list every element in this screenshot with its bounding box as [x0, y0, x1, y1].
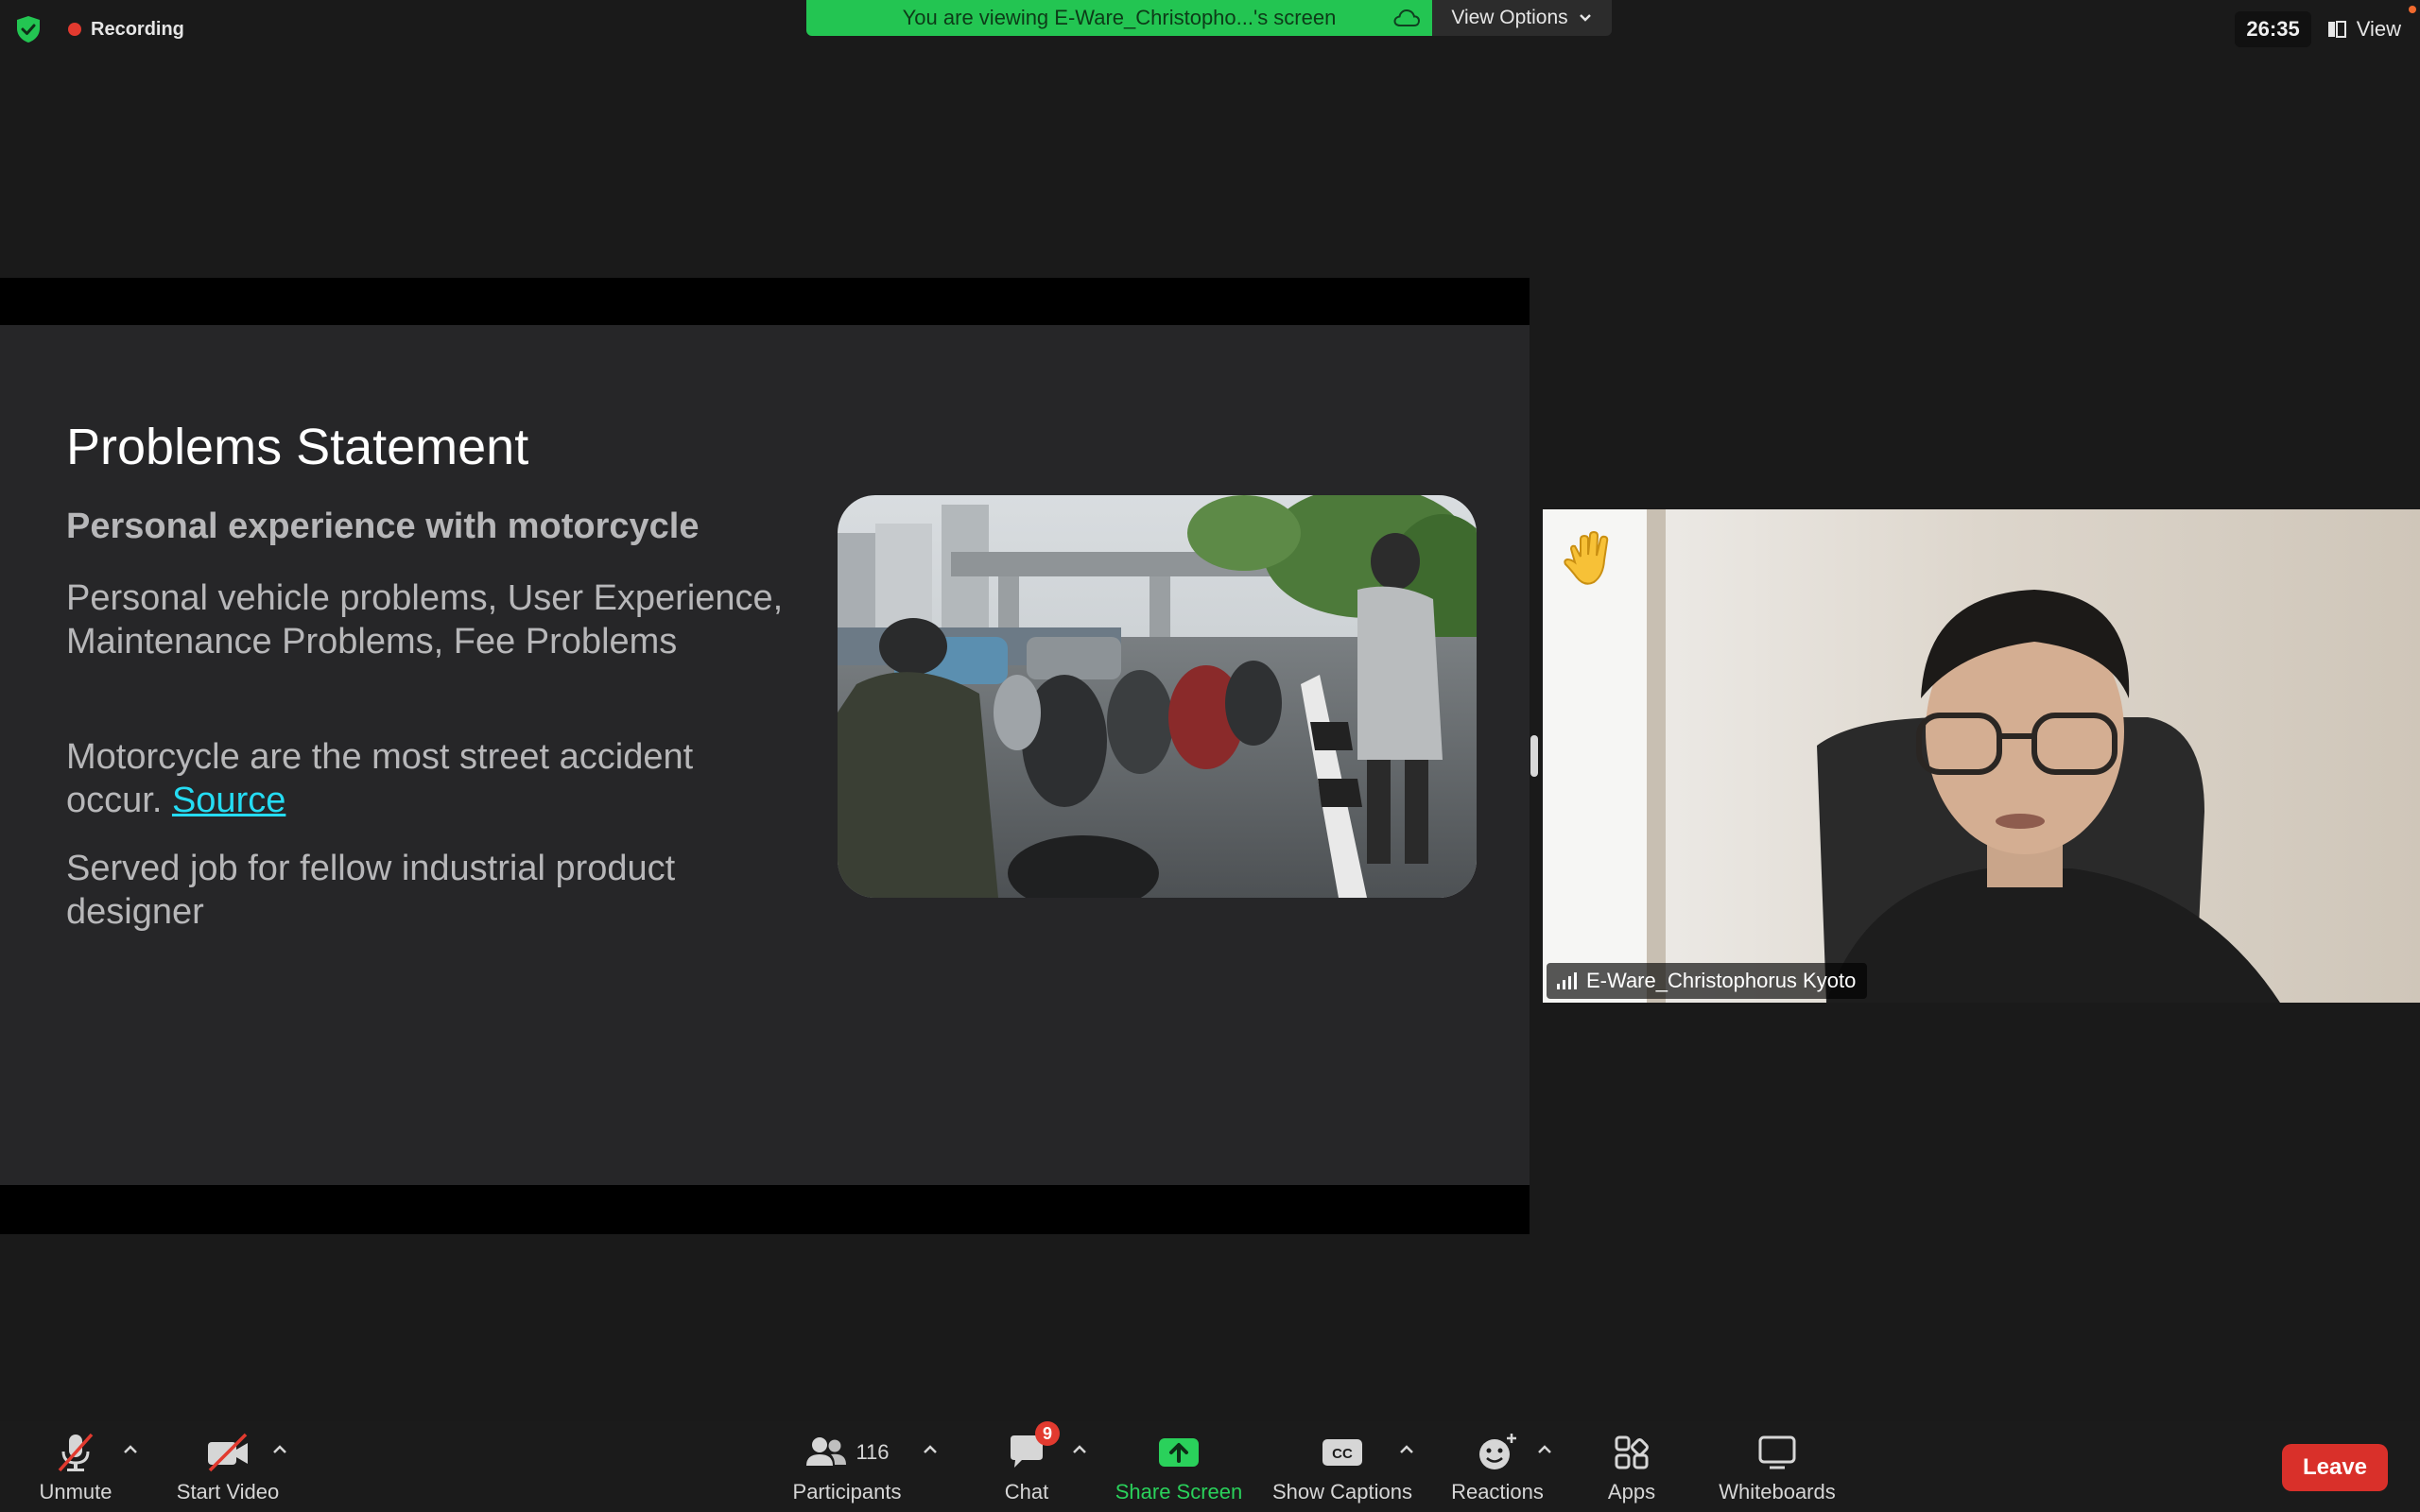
meeting-toolbar: Unmute Start Video 116 Participants 9 Ch…: [0, 1421, 2420, 1512]
participants-button[interactable]: 116 Participants: [781, 1429, 913, 1510]
apps-grid-icon: [1615, 1435, 1649, 1469]
shield-check-icon[interactable]: [15, 15, 42, 43]
slide-paragraph: Motorcycle are the most street accident …: [66, 735, 785, 822]
cc-text: CC: [1332, 1446, 1353, 1462]
viewing-screen-banner: You are viewing E-Ware_Christopho...'s s…: [806, 0, 1432, 36]
unmute-button[interactable]: Unmute: [28, 1429, 123, 1510]
whiteboards-button[interactable]: Whiteboards: [1702, 1429, 1853, 1510]
participants-options-chevron-icon[interactable]: [919, 1440, 942, 1459]
apps-button[interactable]: Apps: [1584, 1429, 1679, 1510]
chat-options-chevron-icon[interactable]: [1068, 1440, 1091, 1459]
chat-button[interactable]: 9 Chat: [979, 1421, 1074, 1510]
share-screen-button[interactable]: Share Screen: [1108, 1429, 1250, 1510]
meeting-timer: 26:35: [2235, 11, 2311, 47]
chat-unread-badge: 9: [1035, 1421, 1060, 1446]
top-right-controls: 26:35 View: [2235, 11, 2401, 47]
start-video-label: Start Video: [176, 1480, 280, 1503]
viewing-banner-text: You are viewing E-Ware_Christopho...'s s…: [902, 6, 1337, 29]
share-screen-icon: [1159, 1438, 1199, 1467]
whiteboard-icon: [1758, 1435, 1796, 1469]
reactions-label: Reactions: [1451, 1480, 1544, 1503]
view-options-dropdown[interactable]: View Options: [1432, 0, 1612, 36]
notification-dot: [2409, 6, 2416, 13]
whiteboards-label: Whiteboards: [1719, 1480, 1836, 1503]
closed-captions-icon: CC: [1322, 1439, 1362, 1466]
share-screen-label: Share Screen: [1115, 1480, 1243, 1503]
shared-screen: Problems Statement Personal experience w…: [0, 278, 1530, 1234]
participant-name: E-Ware_Christophorus Kyoto: [1586, 969, 1857, 992]
audio-options-chevron-icon[interactable]: [119, 1440, 142, 1459]
participants-icon: [806, 1437, 847, 1466]
show-captions-label: Show Captions: [1272, 1480, 1412, 1503]
motorcycle-traffic-photo: [838, 495, 1477, 898]
participant-video-frame: [1543, 509, 2420, 1003]
signal-strength-icon: [1557, 972, 1577, 989]
slide-paragraph: Personal vehicle problems, User Experien…: [66, 578, 784, 662]
chevron-down-icon: [1579, 14, 1591, 22]
raised-hand-icon: [1564, 530, 1609, 585]
recording-indicator[interactable]: Recording: [68, 13, 184, 45]
recording-label: Recording: [91, 18, 184, 40]
panel-resize-handle[interactable]: [1530, 735, 1538, 777]
view-options-label: View Options: [1451, 7, 1568, 28]
reactions-options-chevron-icon[interactable]: [1533, 1440, 1556, 1459]
participant-name-tag: E-Ware_Christophorus Kyoto: [1547, 963, 1868, 999]
photo-illustration: [838, 495, 1477, 898]
presentation-slide: Problems Statement Personal experience w…: [0, 325, 1530, 1185]
participants-count: 116: [856, 1440, 890, 1464]
participants-label: Participants: [792, 1480, 902, 1503]
video-options-chevron-icon[interactable]: [268, 1440, 291, 1459]
cloud-icon: [1393, 9, 1421, 26]
participant-video-tile[interactable]: E-Ware_Christophorus Kyoto: [1543, 509, 2420, 1003]
slide-paragraph: Served job for fellow industrial product…: [66, 849, 676, 932]
captions-options-chevron-icon[interactable]: [1395, 1440, 1418, 1459]
unmute-label: Unmute: [39, 1480, 112, 1503]
source-link[interactable]: Source: [172, 781, 285, 820]
view-label: View: [2356, 17, 2401, 41]
recording-dot-icon: [68, 23, 81, 36]
slide-paragraph-text: Motorcycle are the most street accident …: [66, 737, 694, 820]
apps-label: Apps: [1607, 1480, 1656, 1503]
slide-title: Problems Statement: [66, 419, 529, 475]
chat-label: Chat: [1004, 1480, 1049, 1503]
microphone-muted-icon: [58, 1433, 94, 1472]
leave-button[interactable]: Leave: [2282, 1444, 2388, 1491]
slide-subtitle: Personal experience with motorcycle: [66, 507, 700, 546]
view-button[interactable]: View: [2326, 17, 2401, 42]
video-camera-off-icon: [208, 1433, 248, 1472]
smiley-plus-icon: [1479, 1434, 1516, 1469]
zoom-meeting-window: Recording You are viewing E-Ware_Christo…: [0, 0, 2420, 1512]
view-layout-icon: [2327, 21, 2346, 38]
